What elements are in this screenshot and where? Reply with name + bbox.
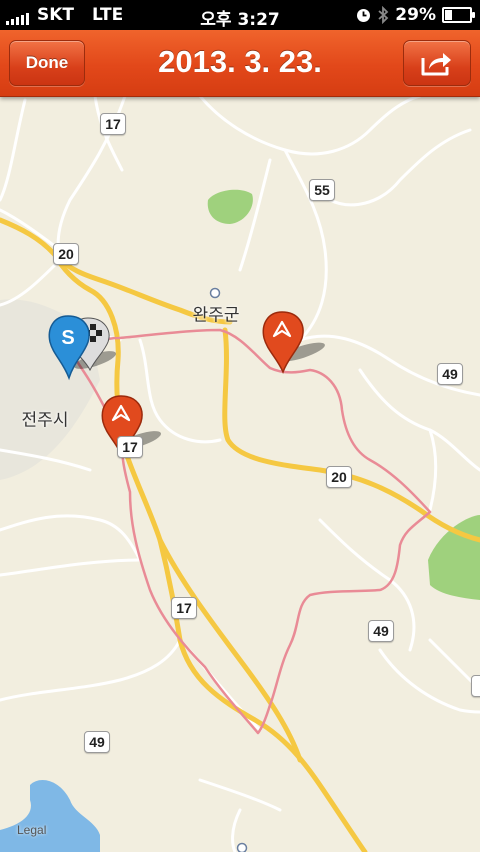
road-shield: 49 <box>437 363 463 385</box>
legal-link[interactable]: Legal <box>17 823 46 837</box>
road-shield: 55 <box>309 179 335 201</box>
map-view[interactable]: S <box>0 96 480 852</box>
share-button[interactable] <box>403 40 471 86</box>
road-shield: 17 <box>171 597 197 619</box>
road-shield: 49 <box>368 620 394 642</box>
road-shield <box>471 675 480 697</box>
place-label-jeonju: 전주시 <box>21 410 69 431</box>
road-shield: 49 <box>84 731 110 753</box>
clock-icon <box>357 8 371 22</box>
town-dot <box>236 842 248 852</box>
road-shield: 20 <box>53 243 79 265</box>
road-shield: 17 <box>100 113 126 135</box>
battery-percent: 29% <box>395 5 436 25</box>
town-dot <box>209 287 221 299</box>
status-bar: SKT LTE 오후 3:27 29% <box>0 0 480 30</box>
road-shield: 20 <box>326 466 352 488</box>
start-pin-letter: S <box>61 327 74 349</box>
bluetooth-icon <box>378 6 389 24</box>
nav-bar: Done 2013. 3. 23. <box>0 30 480 97</box>
road-shield: 17 <box>117 436 143 458</box>
place-label-wanju: 완주군 <box>192 305 240 326</box>
share-arrow-icon <box>421 53 451 76</box>
battery-icon <box>442 7 475 23</box>
